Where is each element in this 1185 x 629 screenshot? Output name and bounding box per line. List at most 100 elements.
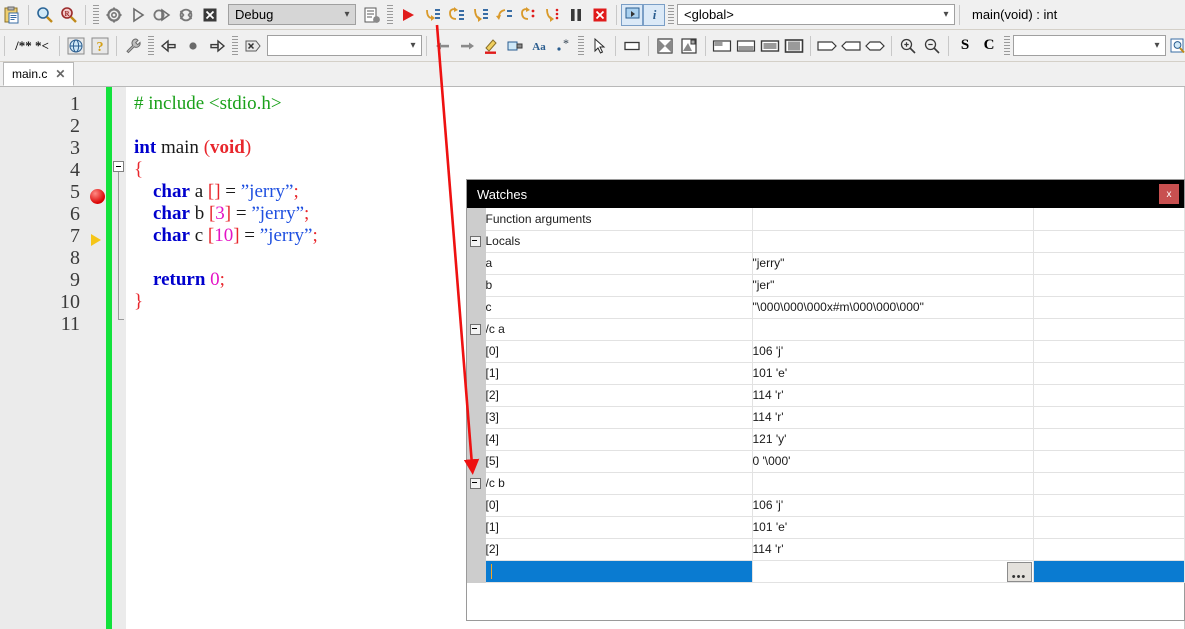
search-replace-icon[interactable]: R [57, 3, 81, 27]
watch-row[interactable]: [1] 101 'e' [467, 362, 1185, 385]
watch-new-entry-value[interactable]: ••• [752, 560, 1034, 583]
watch-value-cell[interactable]: "jerry" [752, 252, 1034, 275]
watch-row[interactable]: [1] 101 'e' [467, 516, 1185, 539]
tab-right-icon[interactable] [815, 34, 839, 58]
find-next-icon[interactable] [455, 34, 479, 58]
build-and-run-icon[interactable] [150, 3, 174, 27]
build-target-select[interactable]: Debug ▾ [228, 4, 356, 25]
watch-row[interactable]: b "jer" [467, 274, 1185, 297]
watch-value-cell[interactable]: 106 'j' [752, 494, 1034, 517]
watch-name-cell[interactable]: [1] [485, 516, 753, 539]
watch-row[interactable]: c "\000\000\000x#m\000\000\000" [467, 296, 1185, 319]
dock-bottom-icon[interactable] [734, 34, 758, 58]
breakpoint-gutter[interactable] [88, 87, 106, 629]
collapse-toggle-icon[interactable] [470, 324, 482, 336]
image-panel-icon[interactable] [677, 34, 701, 58]
help-browser-icon[interactable] [64, 34, 88, 58]
settings-wrench-icon[interactable] [121, 34, 145, 58]
watch-row[interactable]: [3] 114 'r' [467, 406, 1185, 429]
class-mode-button[interactable]: C [977, 34, 1001, 58]
watch-value-cell[interactable]: 101 'e' [752, 516, 1034, 539]
select-all-icon[interactable] [503, 34, 527, 58]
dock-full-icon[interactable] [782, 34, 806, 58]
various-info-icon[interactable]: i [643, 3, 665, 26]
toolbar-grip[interactable] [387, 4, 393, 25]
watch-name-cell[interactable]: c [485, 296, 753, 319]
zoom-in-icon[interactable] [896, 34, 920, 58]
watch-name-cell[interactable]: [4] [485, 428, 753, 451]
watch-value-cell[interactable]: 114 'r' [752, 406, 1034, 429]
build-gear-icon[interactable] [102, 3, 126, 27]
watch-new-entry-input[interactable] [485, 560, 753, 583]
run-to-cursor-icon[interactable] [540, 3, 564, 27]
jump-back-icon[interactable] [157, 34, 181, 58]
watch-value-cell[interactable] [752, 318, 1034, 341]
close-icon[interactable]: x [1159, 184, 1179, 204]
symbol-search-input[interactable]: ▾ [1013, 35, 1166, 56]
toolbar-grip[interactable] [232, 35, 238, 56]
highlight-icon[interactable] [479, 34, 503, 58]
watches-panel[interactable]: Watches x Function arguments Locals a "jerr… [466, 179, 1185, 621]
step-into-icon[interactable] [444, 3, 468, 27]
watch-name-cell[interactable]: /c b [485, 472, 753, 495]
symbol-lookup-icon[interactable] [1166, 34, 1185, 58]
find-previous-icon[interactable] [431, 34, 455, 58]
watches-titlebar[interactable]: Watches x [467, 180, 1184, 208]
run-play-icon[interactable] [126, 3, 150, 27]
help-question-icon[interactable]: ? [88, 34, 112, 58]
watch-row-gutter[interactable] [467, 472, 486, 495]
clipboard-paste-icon[interactable] [0, 3, 24, 27]
watch-value-cell[interactable]: "jer" [752, 274, 1034, 297]
editor-tab-main-c[interactable]: main.c ✕ [3, 62, 75, 86]
watch-value-cell[interactable]: 114 'r' [752, 538, 1034, 561]
watch-row[interactable]: /c b [467, 472, 1185, 495]
rebuild-icon[interactable] [174, 3, 198, 27]
watch-name-cell[interactable]: [2] [485, 384, 753, 407]
watch-name-cell[interactable]: [3] [485, 406, 753, 429]
collapse-toggle-icon[interactable] [470, 478, 482, 490]
watch-name-cell[interactable]: [2] [485, 538, 753, 561]
clear-search-icon[interactable] [241, 34, 265, 58]
dock-center-icon[interactable] [758, 34, 782, 58]
watches-empty-area[interactable] [467, 582, 1184, 613]
insert-panel-icon[interactable] [620, 34, 644, 58]
watch-row[interactable]: [4] 121 'y' [467, 428, 1185, 451]
watch-name-cell[interactable]: [5] [485, 450, 753, 473]
stop-debugger-icon[interactable] [588, 3, 612, 27]
jump-home-icon[interactable] [181, 34, 205, 58]
step-over-icon[interactable] [420, 3, 444, 27]
select-target-icon[interactable] [360, 3, 384, 27]
watch-value-cell[interactable]: 106 'j' [752, 340, 1034, 363]
toolbar-grip[interactable] [668, 4, 674, 25]
scope-select[interactable]: <global> ▾ [677, 4, 955, 25]
watch-name-cell[interactable]: [0] [485, 340, 753, 363]
break-debugger-icon[interactable] [564, 3, 588, 27]
watch-new-entry-row[interactable]: ••• [467, 560, 1185, 583]
watch-row-gutter[interactable] [467, 230, 486, 253]
dock-top-icon[interactable] [710, 34, 734, 58]
tab-left-icon[interactable] [839, 34, 863, 58]
ellipsis-button[interactable]: ••• [1006, 561, 1032, 581]
debugging-windows-icon[interactable] [621, 3, 643, 26]
watch-row[interactable]: [2] 114 'r' [467, 538, 1185, 561]
watch-row[interactable]: [0] 106 'j' [467, 340, 1185, 363]
match-case-icon[interactable]: Aa [527, 34, 551, 58]
watch-name-cell[interactable]: Locals [485, 230, 753, 253]
watch-row[interactable]: Locals [467, 230, 1185, 253]
watch-value-cell[interactable] [752, 230, 1034, 253]
tab-both-icon[interactable] [863, 34, 887, 58]
watch-row[interactable]: Function arguments [467, 208, 1185, 231]
watch-row[interactable]: [0] 106 'j' [467, 494, 1185, 517]
search-icon[interactable] [33, 3, 57, 27]
toolbar-grip[interactable] [148, 35, 154, 56]
fold-toggle-icon[interactable] [113, 161, 124, 172]
watch-value-cell[interactable] [752, 208, 1034, 231]
step-out-icon[interactable] [468, 3, 492, 27]
watch-name-cell[interactable]: /c a [485, 318, 753, 341]
watch-row[interactable]: [5] 0 '\000' [467, 450, 1185, 473]
breakpoint-dot-icon[interactable] [90, 189, 105, 204]
watch-row[interactable]: /c a [467, 318, 1185, 341]
select-pointer-icon[interactable] [587, 34, 611, 58]
watch-value-cell[interactable]: 101 'e' [752, 362, 1034, 385]
watch-row-gutter[interactable] [467, 318, 486, 341]
